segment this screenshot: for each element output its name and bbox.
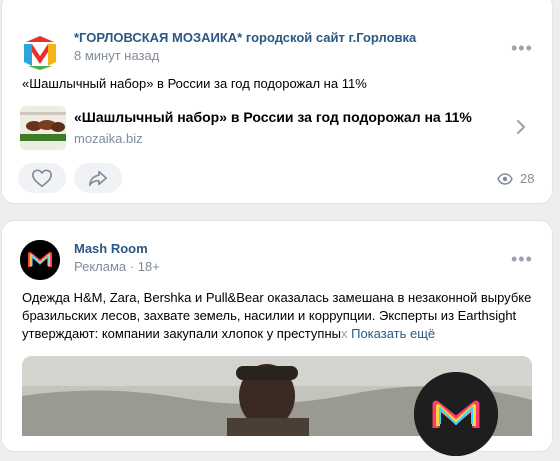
- views-count: 28: [520, 171, 535, 186]
- brand-logo-badge: [414, 372, 498, 456]
- group-avatar[interactable]: [20, 32, 60, 72]
- share-icon: [89, 170, 107, 187]
- like-icon: [32, 169, 52, 187]
- age-rating: 18+: [137, 259, 160, 274]
- post-text-fragment: утверждают: компании закупали хлопок у п…: [22, 326, 341, 341]
- link-thumbnail[interactable]: [20, 106, 66, 150]
- post-text: «Шашлычный набор» в России за год подоро…: [22, 76, 367, 91]
- post-text-line: бразильских лесов, захвате земель, насил…: [22, 308, 517, 323]
- meta-separator: ·: [129, 259, 135, 274]
- more-icon[interactable]: •••: [511, 250, 533, 268]
- ad-label: Реклама: [74, 259, 127, 274]
- share-button[interactable]: [74, 163, 122, 193]
- post-text: Одежда H&M, Zara, Bershka и Pull&Bear ок…: [22, 289, 542, 343]
- post-time[interactable]: 8 минут назад: [74, 48, 159, 63]
- show-more-link[interactable]: Показать ещё: [351, 326, 435, 341]
- post-text-line: Одежда H&M, Zara, Bershka и Pull&Bear ок…: [22, 290, 532, 305]
- more-icon[interactable]: •••: [511, 39, 533, 57]
- views-counter: 28: [497, 171, 534, 186]
- post-author[interactable]: *ГОРЛОВСКАЯ МОЗАИКА* городской сайт г.Го…: [74, 30, 416, 45]
- post-text-faded: х: [340, 326, 348, 341]
- post-meta: Реклама · 18+: [74, 259, 160, 274]
- chevron-right-icon[interactable]: [514, 116, 528, 138]
- post-text-line: утверждают: компании закупали хлопок у п…: [22, 325, 542, 343]
- link-title[interactable]: «Шашлычный набор» в России за год подоро…: [74, 109, 472, 125]
- link-domain[interactable]: mozaika.biz: [74, 131, 143, 146]
- advertiser-avatar[interactable]: [20, 240, 60, 280]
- like-button[interactable]: [18, 163, 66, 193]
- eye-icon: [497, 172, 513, 185]
- post-author[interactable]: Mash Room: [74, 241, 148, 256]
